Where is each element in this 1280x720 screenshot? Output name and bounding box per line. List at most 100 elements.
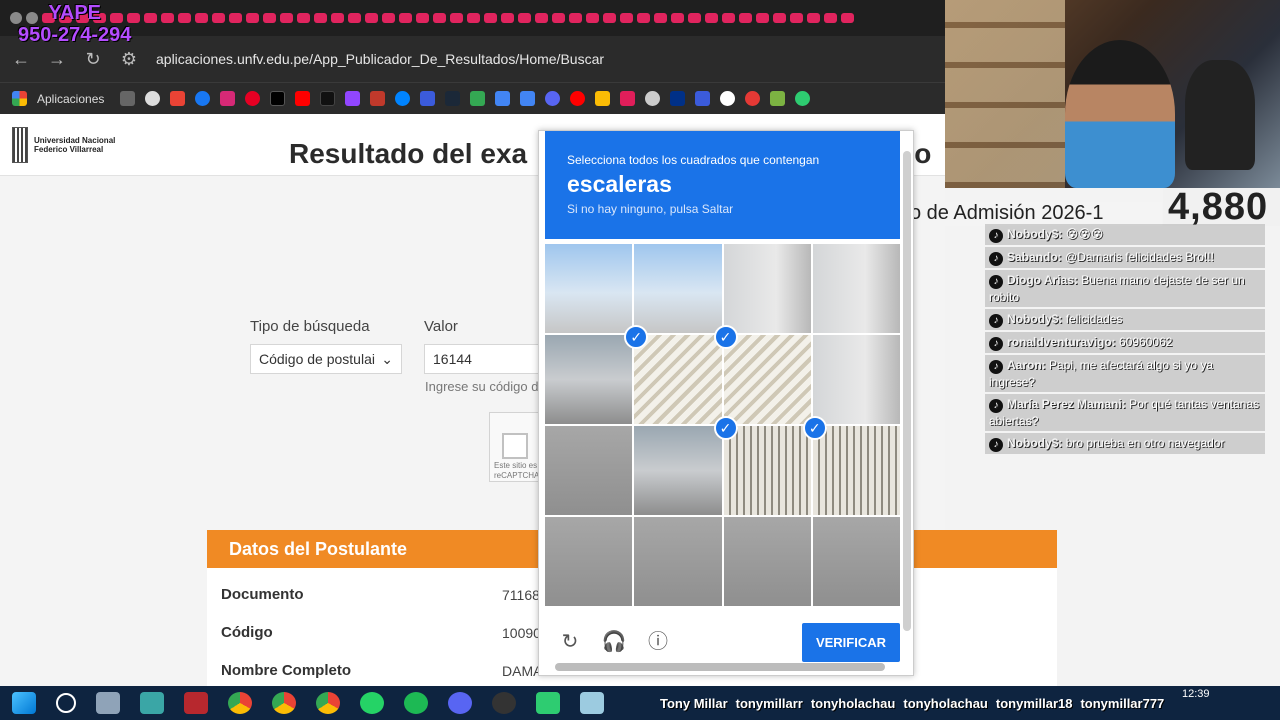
grid-tile[interactable]: ✓ bbox=[624, 325, 722, 424]
grid-tile[interactable] bbox=[545, 426, 633, 515]
info-icon[interactable]: ⓘ bbox=[645, 629, 671, 655]
messenger-icon[interactable] bbox=[395, 91, 411, 106]
taskbar-clock[interactable]: 12:39 bbox=[1182, 688, 1210, 700]
x-icon[interactable] bbox=[270, 91, 286, 106]
grid-tile[interactable]: ✓ bbox=[713, 416, 811, 515]
tab-icon[interactable] bbox=[195, 13, 208, 23]
tab-icon[interactable] bbox=[280, 13, 293, 23]
obs-icon[interactable] bbox=[492, 692, 516, 714]
site-settings-icon[interactable]: ⚙ bbox=[120, 49, 138, 70]
tab-icon[interactable] bbox=[569, 13, 582, 23]
grid-tile[interactable] bbox=[545, 244, 633, 333]
chrome-icon[interactable] bbox=[272, 692, 296, 714]
twitch-icon[interactable] bbox=[345, 91, 361, 106]
translate-icon[interactable] bbox=[520, 91, 536, 106]
discord-icon[interactable] bbox=[448, 692, 472, 714]
apps-grid-icon[interactable] bbox=[12, 91, 27, 106]
grid-tile[interactable] bbox=[723, 517, 811, 606]
tab-icon[interactable] bbox=[212, 13, 225, 23]
grid-tile[interactable] bbox=[812, 517, 900, 606]
tiktok-icon[interactable] bbox=[320, 91, 336, 106]
tab-icon[interactable] bbox=[722, 13, 735, 23]
tab-icon[interactable] bbox=[144, 13, 157, 23]
task-view-icon[interactable] bbox=[96, 692, 120, 714]
tab-icon[interactable] bbox=[161, 13, 174, 23]
tab-icon[interactable] bbox=[688, 13, 701, 23]
slack-icon[interactable] bbox=[620, 91, 636, 106]
reload-challenge-icon[interactable]: ↻ bbox=[557, 629, 583, 655]
maps-icon[interactable] bbox=[470, 91, 486, 106]
voicemeeter-icon[interactable] bbox=[184, 692, 208, 714]
discord-icon[interactable] bbox=[545, 91, 561, 106]
drive-icon[interactable] bbox=[595, 91, 611, 106]
bookmark-icon[interactable] bbox=[645, 91, 661, 106]
steam-icon[interactable] bbox=[445, 91, 461, 106]
bookmark-icon[interactable] bbox=[745, 91, 761, 106]
bookmark-icon[interactable] bbox=[720, 91, 736, 106]
grid-icon[interactable] bbox=[120, 91, 136, 106]
tab-icon[interactable] bbox=[348, 13, 361, 23]
grid-tile[interactable] bbox=[634, 517, 722, 606]
bookmark-icon[interactable] bbox=[695, 91, 711, 106]
tab-icon[interactable] bbox=[654, 13, 667, 23]
whatsapp-icon[interactable] bbox=[360, 692, 384, 714]
tab-icon[interactable] bbox=[824, 13, 837, 23]
recaptcha-checkbox[interactable] bbox=[502, 433, 528, 459]
pinterest-icon[interactable] bbox=[245, 91, 261, 106]
tab-icon[interactable] bbox=[790, 13, 803, 23]
forward-arrow-icon[interactable]: → bbox=[48, 49, 66, 70]
tab-icon[interactable] bbox=[518, 13, 531, 23]
browser-tab-strip[interactable] bbox=[0, 0, 945, 36]
app-icon[interactable] bbox=[140, 692, 164, 714]
grid-tile[interactable]: ✓ bbox=[713, 325, 811, 424]
tab-icon[interactable] bbox=[331, 13, 344, 23]
grid-tile[interactable] bbox=[545, 517, 633, 606]
spotify-icon[interactable] bbox=[404, 692, 428, 714]
tab-icon[interactable] bbox=[484, 13, 497, 23]
audio-challenge-icon[interactable]: 🎧 bbox=[601, 629, 627, 655]
tab-icon[interactable] bbox=[671, 13, 684, 23]
bookmark-icon[interactable] bbox=[770, 91, 786, 106]
horizontal-scrollbar[interactable] bbox=[555, 663, 885, 671]
tab-icon[interactable] bbox=[314, 13, 327, 23]
bookmark-icon[interactable] bbox=[795, 91, 811, 106]
grid-tile[interactable] bbox=[812, 244, 900, 333]
tab-icon[interactable] bbox=[552, 13, 565, 23]
tab-icon[interactable] bbox=[773, 13, 786, 23]
value-input[interactable]: 16144 bbox=[424, 344, 544, 374]
bookmark-icon[interactable] bbox=[420, 91, 436, 106]
tab-icon[interactable] bbox=[586, 13, 599, 23]
gmail-icon[interactable] bbox=[170, 91, 186, 106]
tab-icon[interactable] bbox=[263, 13, 276, 23]
search-type-select[interactable]: Código de postulai ⌄ bbox=[250, 344, 402, 374]
app-icon[interactable] bbox=[536, 692, 560, 714]
facebook-icon[interactable] bbox=[195, 91, 211, 106]
tab-icon[interactable] bbox=[807, 13, 820, 23]
tab-icon[interactable] bbox=[433, 13, 446, 23]
bookmark-icon[interactable] bbox=[370, 91, 386, 106]
tab-icon[interactable] bbox=[399, 13, 412, 23]
verify-button[interactable]: VERIFICAR bbox=[801, 622, 900, 662]
paypal-icon[interactable] bbox=[670, 91, 686, 106]
grid-tile[interactable] bbox=[634, 244, 722, 333]
tab-icon[interactable] bbox=[535, 13, 548, 23]
back-arrow-icon[interactable]: ← bbox=[12, 49, 30, 70]
windows-start-icon[interactable] bbox=[12, 692, 36, 714]
url-field[interactable]: aplicaciones.unfv.edu.pe/App_Publicador_… bbox=[156, 51, 604, 67]
tab-icon[interactable] bbox=[739, 13, 752, 23]
tab-icon[interactable] bbox=[467, 13, 480, 23]
tab-icon[interactable] bbox=[620, 13, 633, 23]
grid-tile[interactable] bbox=[723, 244, 811, 333]
search-icon[interactable] bbox=[56, 693, 76, 713]
apps-label[interactable]: Aplicaciones bbox=[37, 92, 104, 106]
youtube-icon[interactable] bbox=[570, 91, 586, 106]
chrome-icon[interactable] bbox=[228, 692, 252, 714]
chatgpt-icon[interactable] bbox=[145, 91, 161, 106]
calendar-icon[interactable] bbox=[495, 91, 511, 106]
tab-icon[interactable] bbox=[365, 13, 378, 23]
grid-tile[interactable] bbox=[634, 426, 722, 515]
vertical-scrollbar[interactable] bbox=[903, 151, 911, 631]
grid-tile[interactable] bbox=[545, 335, 633, 424]
tab-icon[interactable] bbox=[705, 13, 718, 23]
tab-icon[interactable] bbox=[382, 13, 395, 23]
